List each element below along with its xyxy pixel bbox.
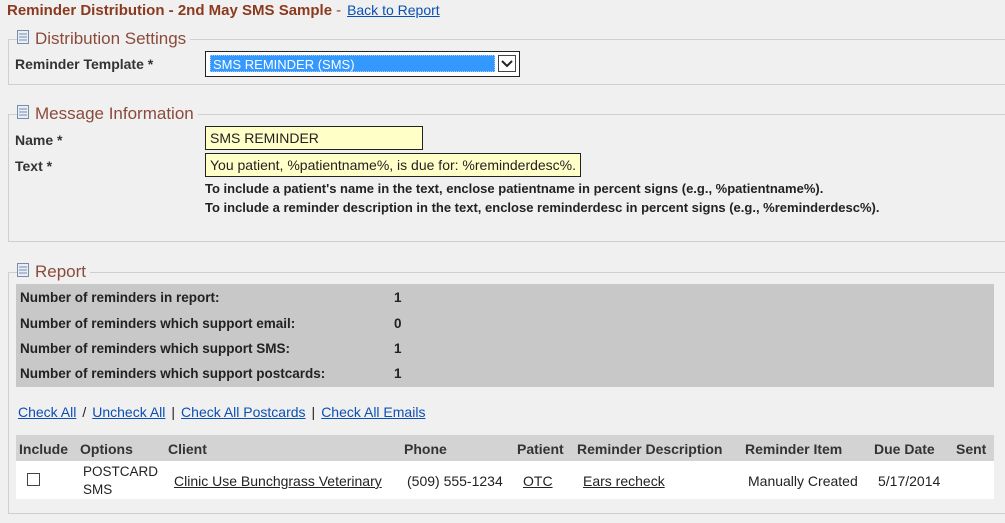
- report-stats: Number of reminders in report: 1 Number …: [16, 284, 994, 387]
- message-information-legend: Message Information: [17, 104, 198, 124]
- report-legend: Report: [17, 262, 91, 282]
- stat-value: 1: [394, 341, 402, 356]
- message-information-title: Message Information: [35, 104, 194, 123]
- client-link[interactable]: Clinic Use Bunchgrass Veterinary: [174, 473, 382, 489]
- help-patientname: To include a patient's name in the text,…: [205, 181, 824, 196]
- uncheck-all-link[interactable]: Uncheck All: [92, 404, 165, 420]
- column-header-patient: Patient: [517, 441, 564, 457]
- check-links: Check All / Uncheck All | Check All Post…: [18, 404, 425, 420]
- due-date-cell: 5/17/2014: [878, 473, 941, 489]
- link-separator: /: [82, 404, 87, 420]
- check-all-link[interactable]: Check All: [18, 404, 76, 420]
- column-header-client: Client: [168, 441, 207, 457]
- stat-value: 1: [394, 290, 402, 305]
- back-to-report-link[interactable]: Back to Report: [347, 2, 440, 18]
- column-header-reminder-description: Reminder Description: [577, 441, 723, 457]
- stat-label: Number of reminders which support SMS:: [20, 341, 291, 356]
- text-input[interactable]: You patient, %patientname%, is due for: …: [205, 153, 581, 177]
- chevron-down-icon[interactable]: [498, 55, 516, 72]
- reminder-template-value: SMS REMINDER (SMS): [210, 55, 495, 72]
- table-header: Include Options Client Phone Patient Rem…: [16, 435, 994, 461]
- distribution-settings-title: Distribution Settings: [35, 29, 187, 48]
- link-separator: |: [311, 404, 316, 420]
- help-reminderdesc: To include a reminder description in the…: [205, 200, 880, 215]
- page-title: Reminder Distribution - 2nd May SMS Samp…: [7, 1, 333, 19]
- message-information-fieldset: [8, 114, 1005, 242]
- column-header-sent: Sent: [956, 441, 987, 457]
- title-separator: -: [336, 1, 342, 19]
- stat-label: Number of reminders which support postca…: [20, 366, 326, 381]
- options-postcard: POSTCARD: [83, 464, 159, 479]
- stat-value: 0: [394, 316, 402, 331]
- stat-value: 1: [394, 366, 402, 381]
- stat-label: Number of reminders which support email:: [20, 316, 296, 331]
- options-sms: SMS: [83, 482, 113, 497]
- link-separator: |: [171, 404, 176, 420]
- column-header-phone: Phone: [404, 441, 447, 457]
- check-all-postcards-link[interactable]: Check All Postcards: [181, 404, 306, 420]
- text-label: Text *: [15, 158, 53, 174]
- document-icon: [17, 105, 29, 119]
- reminder-item-cell: Manually Created: [748, 473, 858, 489]
- document-icon: [17, 263, 29, 277]
- reminder-template-label: Reminder Template *: [15, 56, 154, 72]
- reminder-template-select[interactable]: SMS REMINDER (SMS): [205, 51, 520, 77]
- name-input[interactable]: SMS REMINDER: [205, 126, 423, 150]
- phone-cell: (509) 555-1234: [407, 473, 503, 489]
- report-title: Report: [35, 262, 87, 281]
- patient-link[interactable]: OTC: [523, 473, 553, 489]
- stat-label: Number of reminders in report:: [20, 290, 220, 305]
- table-row: POSTCARD SMS Clinic Use Bunchgrass Veter…: [16, 461, 994, 499]
- include-checkbox[interactable]: [27, 473, 40, 486]
- document-icon: [17, 30, 29, 44]
- column-header-reminder-item: Reminder Item: [745, 441, 843, 457]
- column-header-options: Options: [80, 441, 133, 457]
- name-label: Name *: [15, 132, 63, 148]
- column-header-include: Include: [19, 441, 69, 457]
- distribution-settings-legend: Distribution Settings: [17, 29, 191, 49]
- header: Reminder Distribution - 2nd May SMS Samp…: [7, 0, 440, 20]
- column-header-due-date: Due Date: [874, 441, 935, 457]
- check-all-emails-link[interactable]: Check All Emails: [321, 404, 425, 420]
- reminder-description-link[interactable]: Ears recheck: [583, 473, 665, 489]
